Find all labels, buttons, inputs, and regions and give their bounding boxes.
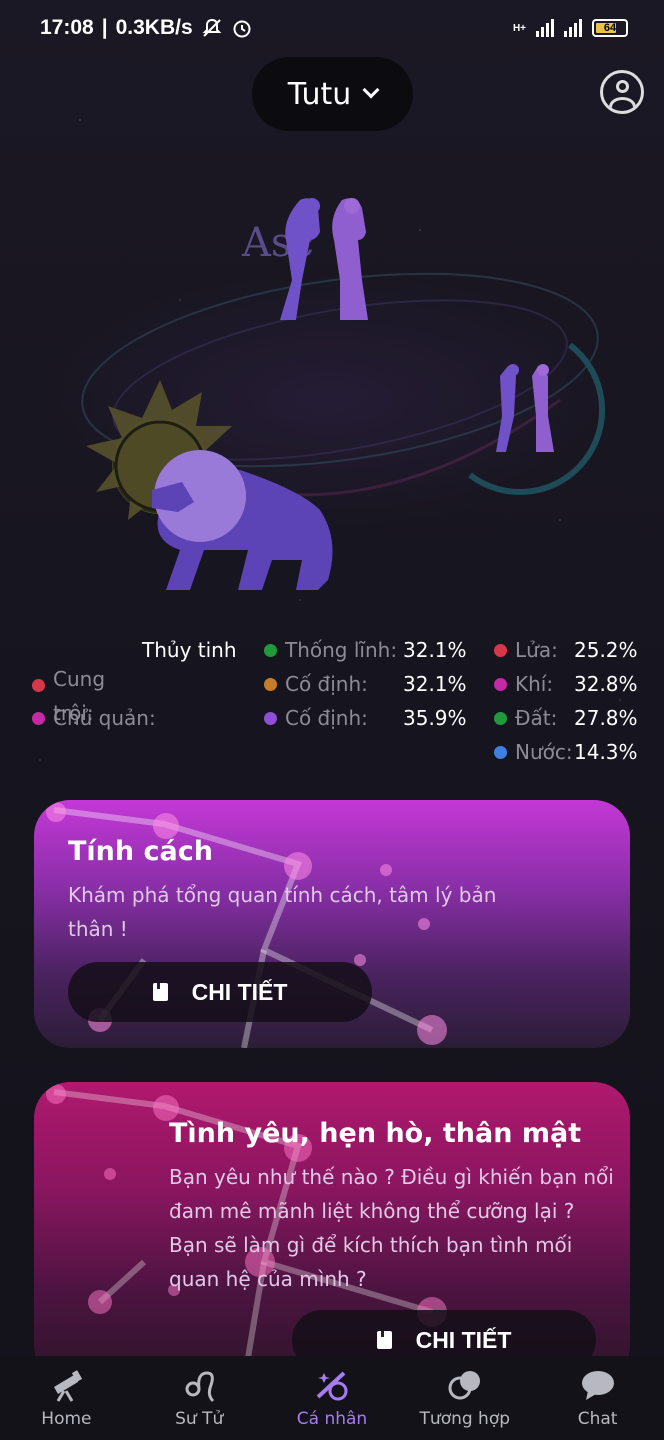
nav-label: Sư Tử <box>175 1409 224 1429</box>
stat-co-dinh-2: Cố định: <box>264 706 368 730</box>
user-icon <box>616 80 629 93</box>
zodiac-illustration: Asc <box>81 198 605 590</box>
chevron-down-icon <box>362 81 380 99</box>
nav-item-home[interactable]: Home <box>0 1356 133 1440</box>
nav-item-su-tu[interactable]: Sư Tử <box>133 1356 266 1440</box>
card-title: Tính cách <box>68 836 213 867</box>
profile-selector[interactable]: Tutu <box>252 57 413 131</box>
stat-thong-linh: Thống lĩnh: <box>264 638 397 662</box>
nav-item-tuong-hop[interactable]: Tương hợp <box>398 1356 531 1440</box>
compatibility-icon <box>448 1371 480 1400</box>
card-description-line: đam mê mãnh liệt không thể cưỡng lại ? <box>169 1199 575 1223</box>
status-bar: 17:08 | 0.3KB/s H+ 64 <box>0 0 664 56</box>
nav-label: Cá nhân <box>296 1409 368 1429</box>
stat-co-dinh-1: Cố định: <box>264 672 368 696</box>
details-button-label: CHI TIẾT <box>191 978 288 1005</box>
love-card[interactable]: Tình yêu, hẹn hò, thân mật Bạn yêu như t… <box>34 1082 630 1382</box>
stat-dot <box>264 711 277 725</box>
details-button-label: CHI TIẾT <box>415 1326 512 1353</box>
details-button[interactable]: CHI TIẾT <box>68 962 372 1022</box>
bottom-navigation: Home Sư Tử Cá nhân Tương hợp Chat <box>0 1356 664 1440</box>
signal-icon <box>536 19 554 37</box>
card-description-line: thân ! <box>68 917 128 941</box>
stat-thong-linh-value: 32.1% <box>403 638 467 662</box>
personal-stars-icon <box>316 1371 348 1401</box>
card-description-line: Bạn yêu như thế nào ? Điều gì khiến bạn … <box>169 1165 614 1189</box>
stat-lua: Lửa: <box>494 638 558 662</box>
stat-dot <box>494 711 507 725</box>
stat-chu-quan: Chủ quản: <box>32 706 156 730</box>
nav-label: Home <box>41 1409 92 1429</box>
card-description-line: Bạn sẽ làm gì để kích thích bạn tình mối <box>169 1233 573 1257</box>
gemini-moon-figure <box>468 342 605 495</box>
stat-co-dinh-2-value: 35.9% <box>403 706 467 730</box>
stat-dot <box>494 745 507 759</box>
stat-dat: Đất: <box>494 706 557 730</box>
stat-dot <box>494 677 507 691</box>
status-net-speed: 0.3KB/s <box>115 16 193 39</box>
stat-dot <box>264 677 277 691</box>
gemini-ascendant-figure <box>280 198 368 320</box>
profile-name: Tutu <box>287 76 352 112</box>
stat-lua-value: 25.2% <box>574 638 638 662</box>
nav-item-ca-nhan[interactable]: Cá nhân <box>266 1356 399 1440</box>
mute-icon <box>202 18 222 37</box>
card-description-line: quan hệ của mình ? <box>169 1267 367 1291</box>
leo-icon <box>185 1371 215 1403</box>
stat-dat-value: 27.8% <box>574 706 638 730</box>
card-description-line: Khám phá tổng quan tính cách, tâm lý bản <box>68 883 497 907</box>
book-icon <box>152 983 168 1001</box>
stat-khi: Khí: <box>494 672 553 696</box>
stat-dot <box>264 643 277 657</box>
stat-nuoc: Nước: <box>494 740 573 764</box>
battery-icon: 64 <box>592 19 628 37</box>
stat-nuoc-value: 14.3% <box>574 740 638 764</box>
book-icon <box>376 1331 392 1349</box>
telescope-icon <box>54 1370 83 1402</box>
card-title: Tình yêu, hẹn hò, thân mật <box>169 1118 582 1149</box>
personality-card[interactable]: Tính cách Khám phá tổng quan tính cách, … <box>34 800 630 1048</box>
nav-label: Tương hợp <box>419 1409 511 1429</box>
stat-cung-troi-value: Thủy tinh <box>142 638 237 662</box>
alarm-icon <box>233 20 251 38</box>
stat-dot <box>32 711 45 725</box>
signal-icon-2 <box>564 19 582 37</box>
stat-dot <box>32 678 45 692</box>
nav-item-chat[interactable]: Chat <box>531 1356 664 1440</box>
chat-icon <box>581 1371 614 1400</box>
network-type: H+ <box>512 22 526 34</box>
nav-label: Chat <box>577 1409 618 1429</box>
status-time: 17:08 <box>40 16 94 39</box>
stat-co-dinh-1-value: 32.1% <box>403 672 467 696</box>
stat-dot <box>494 643 507 657</box>
leo-lion-figure <box>152 450 333 590</box>
account-button[interactable] <box>600 70 644 114</box>
astro-stats-panel: Cung trội: Thủy tinh Chủ quản: Thống lĩn… <box>32 634 642 774</box>
stat-khi-value: 32.8% <box>574 672 638 696</box>
